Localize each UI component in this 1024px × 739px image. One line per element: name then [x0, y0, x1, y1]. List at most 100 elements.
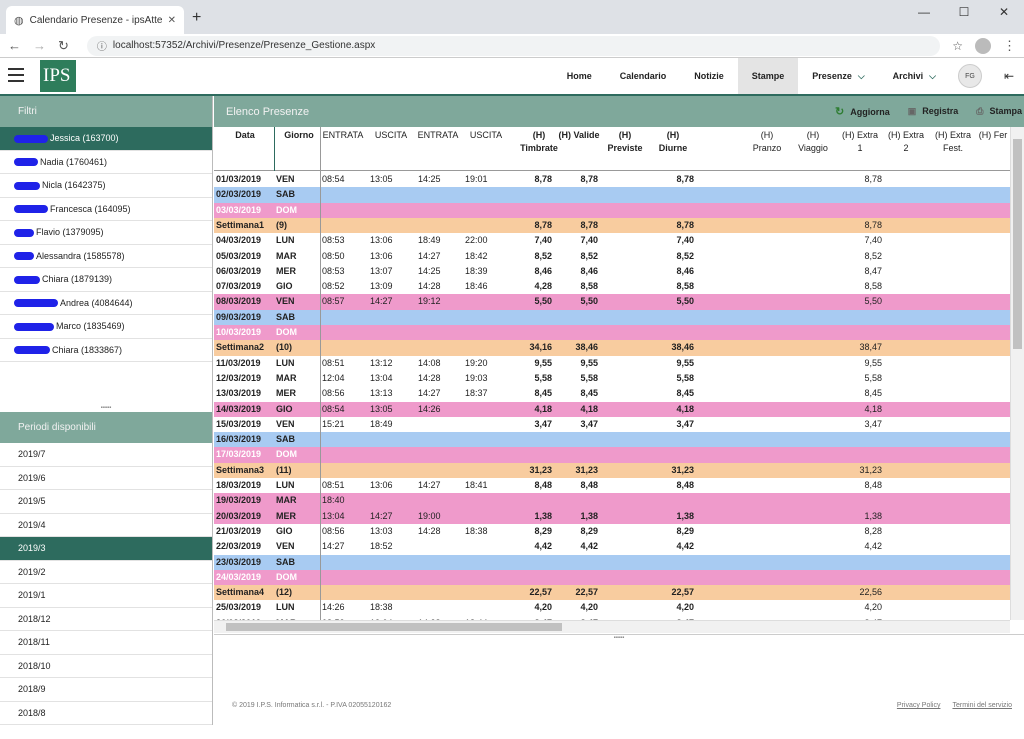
filter-item[interactable]: Andrea (4084644): [0, 292, 212, 315]
user-avatar[interactable]: FG: [958, 64, 982, 88]
table-row[interactable]: 24/03/2019 DOM: [214, 569, 1010, 586]
column-header[interactable]: USCITA: [464, 129, 508, 142]
filter-item[interactable]: Flavio (1379095): [0, 221, 212, 245]
table-row[interactable]: 22/03/2019 VEN 14:27 18:52 4,42 4,42 4,42 4,42: [214, 539, 1010, 555]
column-header[interactable]: (H) Extra Fest.: [928, 129, 978, 155]
menu-item-stampe[interactable]: Stampe: [737, 58, 799, 94]
period-item[interactable]: 2019/4: [0, 514, 212, 537]
table-row[interactable]: 03/03/2019 DOM: [214, 202, 1010, 218]
filter-item[interactable]: Nicla (1642375): [0, 174, 212, 198]
menu-item-presenze[interactable]: Presenze ⌵: [798, 58, 878, 94]
bookmark-star-icon[interactable]: ☆: [952, 39, 963, 53]
browser-menu-icon[interactable]: ⋮: [1003, 38, 1016, 54]
week-summary-row[interactable]: Settimana4 (12) 22,57 22,57 22,57 22,56: [214, 585, 1010, 601]
minimize-button[interactable]: —: [904, 0, 944, 28]
filter-item[interactable]: Nadia (1760461): [0, 151, 212, 174]
period-item[interactable]: 2019/2: [0, 561, 212, 584]
table-row[interactable]: 12/03/2019 MAR 12:04 13:04 14:28 19:03 5,58 5,5…: [214, 370, 1010, 387]
period-item[interactable]: 2018/8: [0, 702, 212, 725]
filter-item[interactable]: Jessica (163700): [0, 127, 212, 151]
horizontal-scroll-thumb[interactable]: [226, 623, 562, 631]
column-header[interactable]: (H) Diurne: [642, 129, 704, 155]
table-row[interactable]: 04/03/2019 LUN 08:53 13:06 18:49 22:00 7,40 7,4…: [214, 233, 1010, 249]
period-item[interactable]: 2019/7: [0, 443, 212, 467]
collapse-panel-icon[interactable]: ⇤: [1004, 69, 1014, 83]
table-row[interactable]: 05/03/2019 MAR 08:50 13:06 14:27 18:42 8,52 8,5…: [214, 248, 1010, 264]
table-row[interactable]: 15/03/2019 VEN 15:21 18:49 3,47 3,47 3,47 3,47: [214, 416, 1010, 433]
new-tab-button[interactable]: +: [192, 9, 201, 27]
table-row[interactable]: 07/03/2019 GIO 08:52 13:09 14:28 18:46 4,28 8,5…: [214, 279, 1010, 295]
back-icon[interactable]: ←: [8, 38, 21, 53]
column-header[interactable]: ENTRATA: [320, 129, 366, 142]
table-row[interactable]: 08/03/2019 VEN 08:57 14:27 19:12 5,50 5,50 5,50…: [214, 294, 1010, 310]
save-button[interactable]: ▣ Registra: [908, 106, 959, 117]
table-row[interactable]: 23/03/2019 SAB: [214, 554, 1010, 570]
maximize-button[interactable]: ☐: [944, 0, 984, 28]
table-row[interactable]: 19/03/2019 MAR 18:40: [214, 493, 1010, 509]
period-item[interactable]: 2018/12: [0, 608, 212, 631]
filter-item[interactable]: Francesca (164095): [0, 198, 212, 221]
menu-item-notizie[interactable]: Notizie: [680, 58, 738, 94]
period-item[interactable]: 2018/10: [0, 655, 212, 678]
table-row[interactable]: 09/03/2019 SAB: [214, 309, 1010, 325]
table-row[interactable]: 13/03/2019 MER 08:56 13:13 14:27 18:37 8,45 8,4…: [214, 386, 1010, 402]
table-row[interactable]: 20/03/2019 MER 13:04 14:27 19:00 1,38 1,38 1,38…: [214, 508, 1010, 524]
table-row[interactable]: 02/03/2019 SAB: [214, 187, 1010, 203]
table-row[interactable]: 17/03/2019 DOM: [214, 447, 1010, 463]
week-summary-row[interactable]: Settimana2 (10) 34,16 38,46 38,46 38,47: [214, 340, 1010, 356]
menu-item-home[interactable]: Home: [553, 58, 606, 94]
address-bar[interactable]: ⓘ localhost:57352/Archivi/Presenze/Prese…: [86, 35, 941, 56]
column-header[interactable]: USCITA: [368, 129, 414, 142]
period-item[interactable]: 2018/11: [0, 631, 212, 655]
vertical-scrollbar[interactable]: [1010, 127, 1024, 620]
table-row[interactable]: 01/03/2019 VEN 08:54 13:05 14:25 19:01 8,78 8,7…: [214, 172, 1010, 188]
close-window-button[interactable]: ✕: [984, 0, 1024, 28]
reload-icon[interactable]: ↻: [58, 38, 69, 54]
column-header[interactable]: ENTRATA: [414, 129, 462, 142]
table-row[interactable]: 25/03/2019 LUN 14:26 18:38 4,20 4,20 4,20 4,20: [214, 600, 1010, 616]
forward-icon[interactable]: →: [33, 38, 46, 53]
privacy-policy-link[interactable]: Privacy Policy: [897, 702, 941, 709]
table-row[interactable]: 21/03/2019 GIO 08:56 13:03 14:28 18:38 8,29 8,2…: [214, 523, 1010, 540]
info-icon[interactable]: ⓘ: [97, 38, 107, 53]
horizontal-scrollbar[interactable]: [214, 620, 1010, 633]
period-item[interactable]: 2018/9: [0, 678, 212, 702]
table-row[interactable]: 14/03/2019 GIO 08:54 13:05 14:26 4,18 4,18 4,18…: [214, 401, 1010, 417]
period-item[interactable]: 2019/6: [0, 467, 212, 490]
column-header[interactable]: (H) Fer: [976, 129, 1010, 142]
hamburger-menu-icon[interactable]: [8, 68, 24, 82]
column-header[interactable]: (H) Viaggio: [790, 129, 836, 155]
menu-item-calendario[interactable]: Calendario: [606, 58, 681, 94]
menu-item-archivi[interactable]: Archivi ⌵: [879, 58, 950, 94]
column-header[interactable]: (H) Notturne: [698, 129, 744, 155]
print-button[interactable]: ⎙ Stampa: [976, 106, 1022, 117]
filter-item[interactable]: Marco (1835469): [0, 315, 212, 339]
table-row[interactable]: 06/03/2019 MER 08:53 13:07 14:25 18:39 8,46 8,4…: [214, 263, 1010, 280]
period-item[interactable]: 2019/1: [0, 584, 212, 608]
browser-tab[interactable]: ◍ Calendario Presenze - ipsAttendance ✕: [6, 6, 184, 34]
column-header[interactable]: (H) Valide: [554, 129, 604, 142]
table-row[interactable]: 16/03/2019 SAB: [214, 432, 1010, 448]
close-tab-icon[interactable]: ✕: [168, 15, 176, 26]
table-row[interactable]: 11/03/2019 LUN 08:51 13:12 14:08 19:20 9,55 9,5…: [214, 355, 1010, 371]
refresh-button[interactable]: ↻ Aggiorna: [835, 105, 890, 118]
column-header[interactable]: Giorno: [276, 129, 322, 142]
week-summary-row[interactable]: Settimana1 (9) 8,78 8,78 8,78 8,78: [214, 217, 1010, 234]
filter-item[interactable]: Alessandra (1585578): [0, 245, 212, 268]
column-header[interactable]: (H) Extra 1: [834, 129, 886, 155]
period-item[interactable]: 2019/3: [0, 537, 212, 561]
grid-splitter[interactable]: ▪▪▪▪▪: [214, 634, 1024, 642]
column-header[interactable]: (H) Extra 2: [882, 129, 930, 155]
filter-item[interactable]: Chiara (1879139): [0, 268, 212, 292]
vertical-scroll-thumb[interactable]: [1013, 139, 1022, 349]
profile-avatar[interactable]: [975, 37, 991, 54]
week-summary-row[interactable]: Settimana3 (11) 31,23 31,23 31,23 31,23: [214, 462, 1010, 478]
table-row[interactable]: 10/03/2019 DOM: [214, 325, 1010, 341]
column-header[interactable]: Data: [216, 129, 274, 142]
column-header[interactable]: (H) Pranzo: [744, 129, 790, 155]
table-row[interactable]: 18/03/2019 LUN 08:51 13:06 14:27 18:41 8,48 8,4…: [214, 478, 1010, 494]
url-text[interactable]: localhost:57352/Archivi/Presenze/Presenz…: [113, 40, 375, 51]
period-item[interactable]: 2019/5: [0, 490, 212, 514]
filter-item[interactable]: Chiara (1833867): [0, 339, 212, 362]
terms-link[interactable]: Termini del servizio: [952, 702, 1012, 709]
